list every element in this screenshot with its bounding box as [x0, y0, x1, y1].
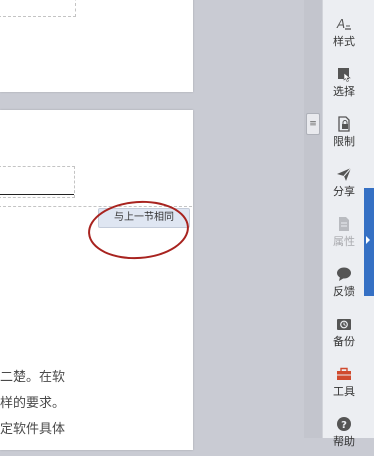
sidebar-label-style: 样式: [333, 35, 355, 48]
help-icon: ?: [337, 417, 351, 431]
sidebar-item-tools[interactable]: 工具: [323, 362, 365, 406]
sidebar-label-help: 帮助: [333, 435, 355, 448]
sidebar-item-share[interactable]: 分享: [323, 162, 365, 206]
document-canvas[interactable]: 二楚。在软 样的要求。 定软件具体 与上一节相同: [0, 0, 304, 450]
sidebar-label-restrict: 限制: [333, 135, 355, 148]
sidebar-item-properties[interactable]: 属性: [323, 212, 365, 256]
restrict-icon: [338, 116, 350, 132]
style-icon: A: [336, 17, 351, 31]
sidebar-label-select: 选择: [333, 85, 355, 98]
sidebar-item-feedback[interactable]: 反馈: [323, 262, 365, 306]
right-task-pane: A 样式 选择 限制 分享 属性 反馈 备份 工具 ? 帮助: [322, 0, 365, 448]
expand-arrow-icon: [366, 236, 370, 244]
sidebar-item-style[interactable]: A 样式: [323, 12, 365, 56]
select-icon: [338, 68, 351, 82]
footer-region-box: [0, 0, 76, 17]
current-page[interactable]: 二楚。在软 样的要求。 定软件具体: [0, 110, 193, 450]
svg-text:A: A: [336, 17, 345, 31]
properties-icon: [339, 217, 349, 231]
feedback-icon: [337, 267, 351, 281]
body-line-2[interactable]: 样的要求。: [0, 392, 65, 411]
sidebar-item-select[interactable]: 选择: [323, 62, 365, 106]
scroll-thumb[interactable]: ≡: [306, 113, 320, 135]
sidebar-label-tools: 工具: [333, 385, 355, 398]
body-line-1[interactable]: 二楚。在软: [0, 366, 65, 385]
sidebar-label-feedback: 反馈: [333, 285, 355, 298]
sidebar-item-help[interactable]: ? 帮助: [323, 412, 365, 456]
sidebar-label-backup: 备份: [333, 335, 355, 348]
sidebar-label-share: 分享: [333, 185, 355, 198]
backup-icon: [337, 319, 351, 330]
sidebar-item-backup[interactable]: 备份: [323, 312, 365, 356]
header-rule: [0, 194, 74, 195]
svg-text:?: ?: [341, 420, 347, 431]
toolbox-icon: [337, 367, 351, 380]
previous-page[interactable]: [0, 0, 193, 92]
share-icon: [337, 167, 352, 181]
vertical-scrollbar[interactable]: [304, 0, 322, 438]
sidebar-item-restrict[interactable]: 限制: [323, 112, 365, 156]
body-line-3[interactable]: 定软件具体: [0, 418, 65, 437]
sidebar-label-properties: 属性: [333, 235, 355, 248]
